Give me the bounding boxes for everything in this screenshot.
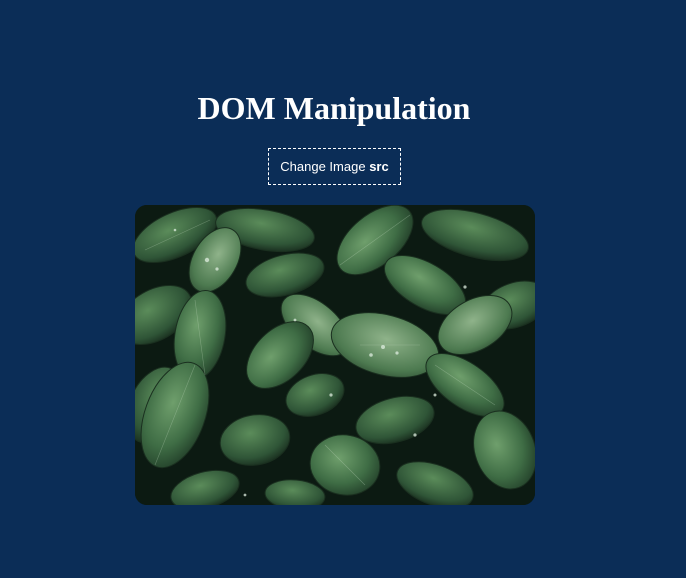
leaves-image: [135, 205, 535, 505]
leaves-image-graphic: [135, 205, 535, 505]
change-image-label: Change Image: [280, 159, 370, 174]
page-title: DOM Manipulation: [197, 90, 471, 126]
change-image-src-button[interactable]: Change Image src: [268, 148, 401, 185]
src-label: src: [369, 159, 389, 174]
